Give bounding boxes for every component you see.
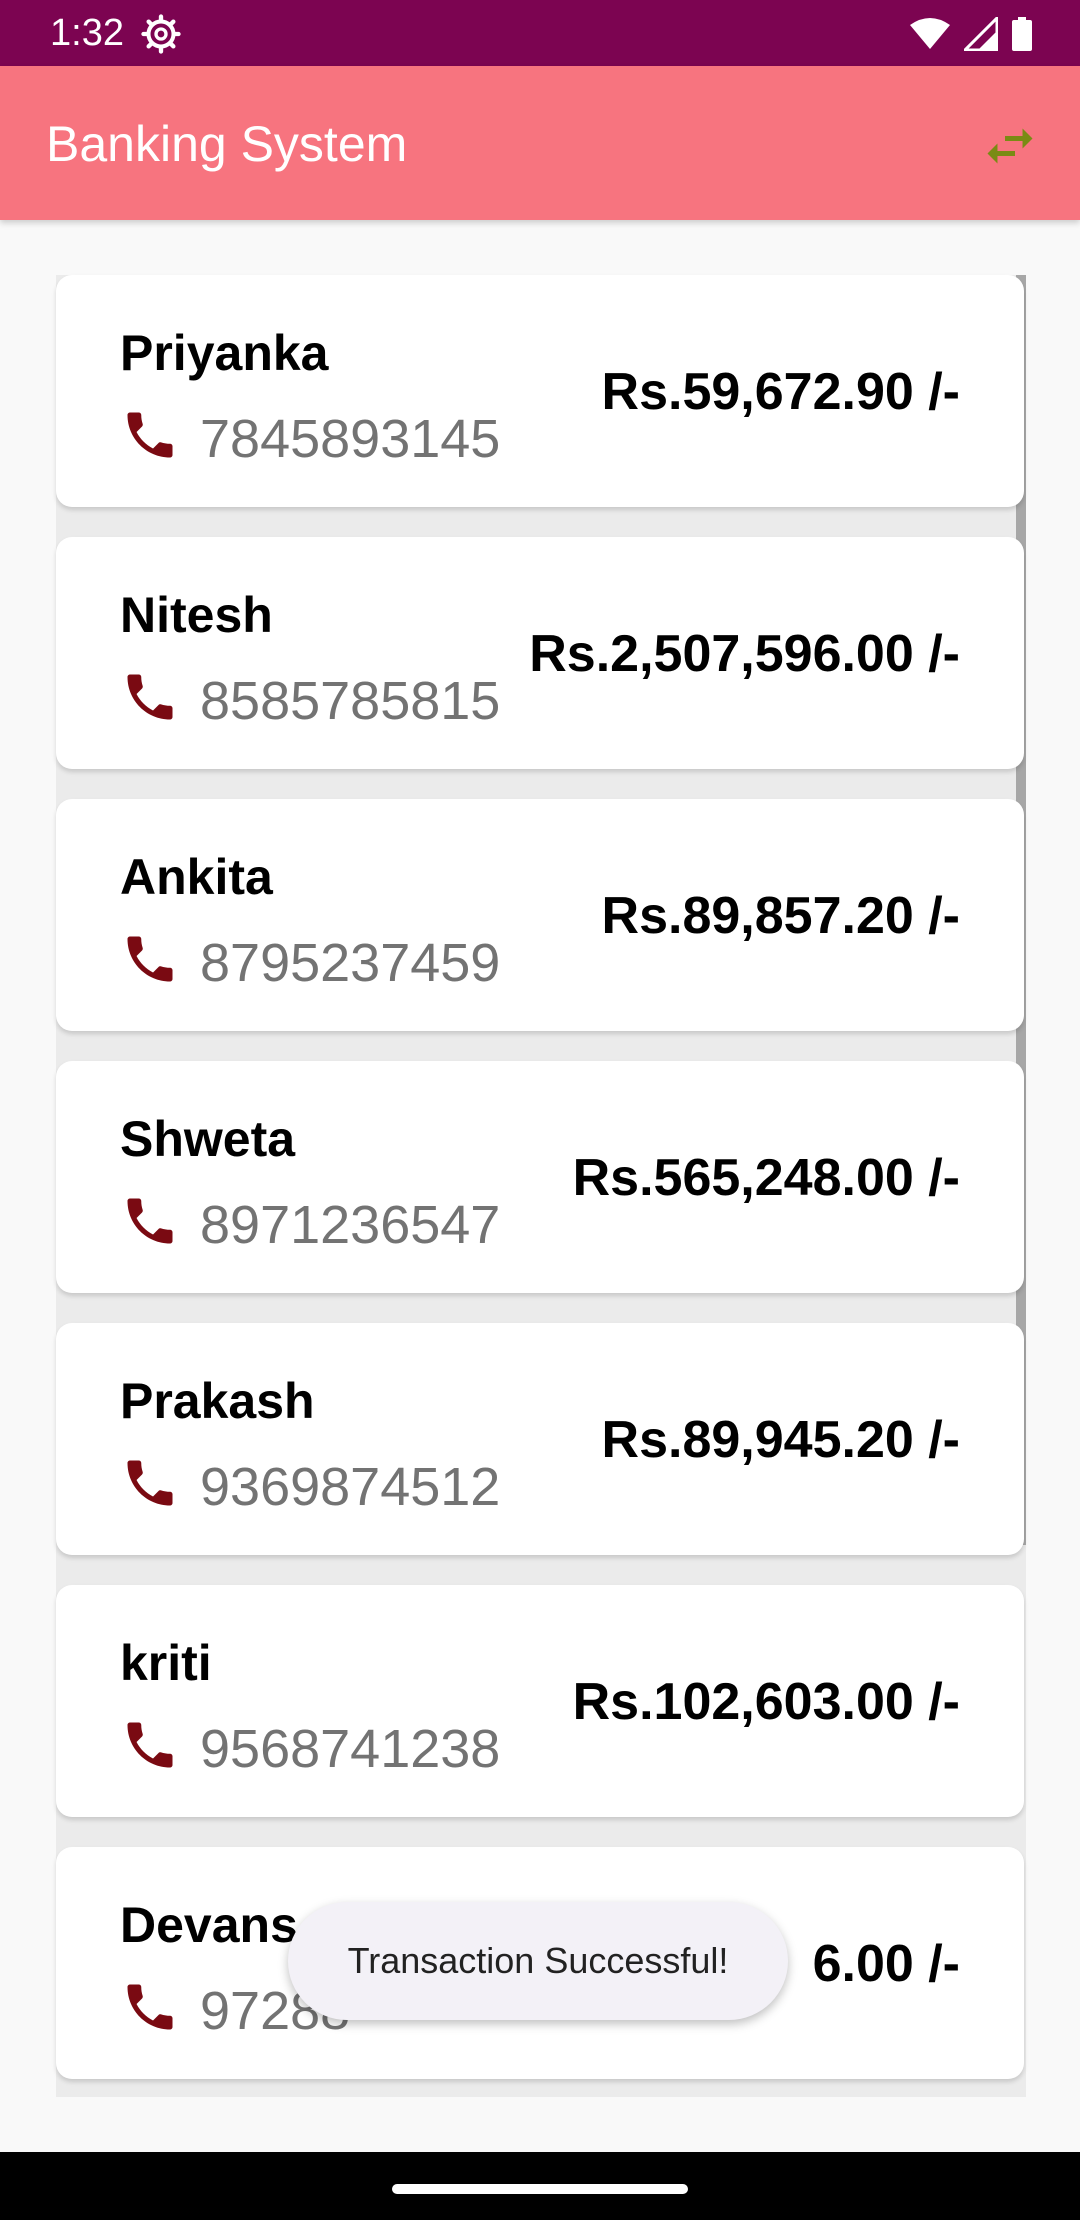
home-handle[interactable]	[392, 2184, 688, 2194]
swap-arrows-icon[interactable]	[980, 116, 1040, 176]
customer-card[interactable]: Priyanka 7845893145 Rs.59,672.90 /-	[56, 275, 1024, 507]
customer-name: Ankita	[120, 849, 273, 905]
customer-balance: Rs.565,248.00 /-	[572, 1149, 960, 1207]
app-title: Banking System	[46, 116, 408, 172]
customer-balance: Rs.59,672.90 /-	[601, 363, 960, 421]
customer-balance: Rs.2,507,596.00 /-	[529, 625, 960, 683]
customer-balance: 6.00 /-	[812, 1935, 960, 1993]
customer-name: Shweta	[120, 1111, 296, 1167]
customer-name: Nitesh	[120, 587, 273, 643]
customer-card[interactable]: kriti 9568741238 Rs.102,603.00 /-	[56, 1585, 1024, 1817]
phone-icon	[127, 1460, 173, 1506]
app-bar: Banking System	[0, 66, 1080, 220]
customer-phone: 8971236547	[200, 1195, 501, 1255]
phone-icon	[127, 936, 173, 982]
customer-name: Priyanka	[120, 325, 329, 381]
phone-icon	[127, 1984, 173, 2030]
customer-card[interactable]: Shweta 8971236547 Rs.565,248.00 /-	[56, 1061, 1024, 1293]
gear-icon	[141, 14, 181, 54]
status-icons	[910, 16, 1032, 52]
status-bar: 1:32	[0, 0, 1080, 66]
customer-balance: Rs.102,603.00 /-	[572, 1673, 960, 1731]
status-time: 1:32	[50, 12, 124, 54]
toast-message: Transaction Successful!	[288, 1902, 788, 2020]
customer-phone: 8795237459	[200, 933, 501, 993]
customer-name: Prakash	[120, 1373, 315, 1429]
customer-name: Devans	[120, 1897, 298, 1953]
customer-card[interactable]: Nitesh 8585785815 Rs.2,507,596.00 /-	[56, 537, 1024, 769]
phone-icon	[127, 674, 173, 720]
battery-icon	[1012, 17, 1032, 51]
phone-icon	[127, 412, 173, 458]
customer-phone: 9568741238	[200, 1719, 501, 1779]
phone-icon	[127, 1722, 173, 1768]
phone-icon	[127, 1198, 173, 1244]
customer-phone: 8585785815	[200, 671, 501, 731]
customer-phone: 7845893145	[200, 409, 501, 469]
customer-balance: Rs.89,857.20 /-	[601, 887, 960, 945]
wifi-icon	[910, 18, 950, 49]
customer-phone: 9369874512	[200, 1457, 501, 1517]
customer-card[interactable]: Prakash 9369874512 Rs.89,945.20 /-	[56, 1323, 1024, 1555]
customer-balance: Rs.89,945.20 /-	[601, 1411, 960, 1469]
customer-card[interactable]: Ankita 8795237459 Rs.89,857.20 /-	[56, 799, 1024, 1031]
customer-name: kriti	[120, 1635, 212, 1691]
signal-icon	[964, 17, 998, 51]
